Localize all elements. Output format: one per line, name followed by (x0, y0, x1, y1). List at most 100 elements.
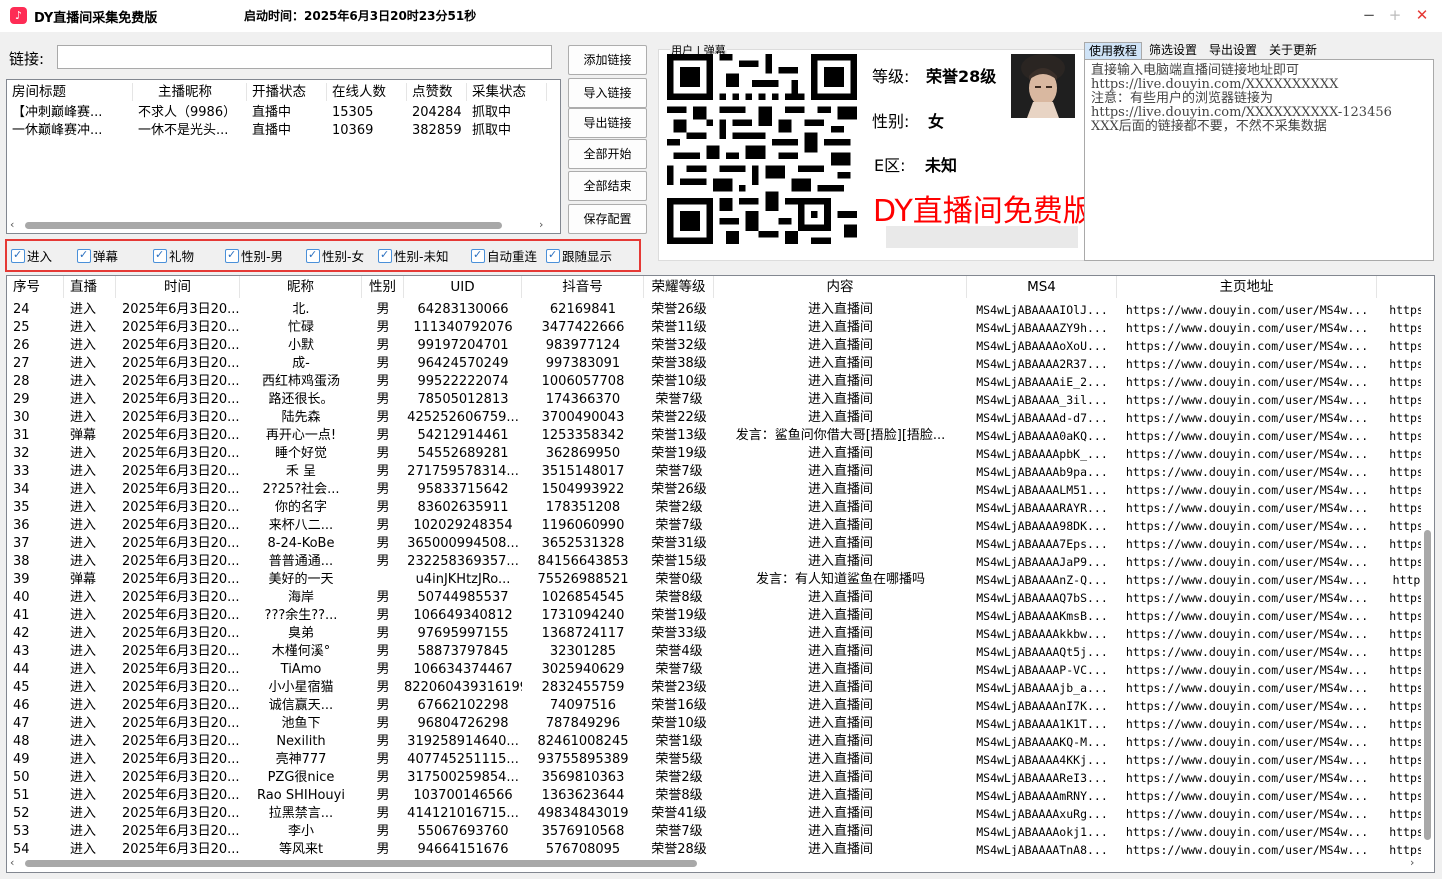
table-row[interactable]: 32 进入 2025年6月3日20... 睡个好觉 男 54552689281 362869… (7, 445, 1434, 463)
room-col-online[interactable]: 在线人数 (327, 83, 407, 101)
scroll-left-icon[interactable]: ‹ (10, 856, 14, 869)
table-row[interactable]: 33 进入 2025年6月3日20... 禾 呈 男 271759578314... 351… (7, 463, 1434, 481)
time-cell: 2025年6月3日20... (122, 770, 240, 785)
tab-filter-settings[interactable]: 筛选设置 (1145, 42, 1201, 59)
checkbox-follow-display[interactable]: 跟随显示 (546, 247, 612, 265)
table-row[interactable]: 47 进入 2025年6月3日20... 池鱼下 男 96804726298 7878492… (7, 715, 1434, 733)
table-row[interactable]: 40 进入 2025年6月3日20... 海岸 男 50744985537 10268545… (7, 589, 1434, 607)
col-uid[interactable]: UID (404, 276, 522, 298)
table-row[interactable]: 45 进入 2025年6月3日20... 小小星宿猫 男 822060439316199 2… (7, 679, 1434, 697)
room-col-collect[interactable]: 采集状态 (467, 83, 547, 101)
uid-cell: 58873797845 (417, 644, 509, 659)
table-row[interactable]: 29 进入 2025年6月3日20... 路还很长。 男 78505012813 17436… (7, 391, 1434, 409)
room-col-anchor[interactable]: 主播昵称 (133, 83, 247, 101)
room-scroll-thumb[interactable] (25, 222, 502, 229)
col-gender[interactable]: 性别 (362, 276, 404, 298)
col-nickname[interactable]: 昵称 (240, 276, 362, 298)
tab-tutorial[interactable]: 使用教程 (1084, 42, 1143, 59)
table-row[interactable]: 52 进入 2025年6月3日20... 拉黑禁言... 男 414121016715..… (7, 805, 1434, 823)
add-link-button[interactable]: 添加链接 (568, 45, 647, 75)
maximize-button[interactable]: + (1383, 4, 1407, 26)
save-config-button[interactable]: 保存配置 (568, 204, 647, 234)
table-row[interactable]: 42 进入 2025年6月3日20... 臭弟 男 97695997155 13687241… (7, 625, 1434, 643)
checkbox-danmu[interactable]: 弹幕 (77, 247, 118, 265)
scroll-right-icon[interactable]: › (539, 218, 543, 231)
tab-export-settings[interactable]: 导出设置 (1205, 42, 1261, 59)
table-row[interactable]: 53 进入 2025年6月3日20... 李小 男 55067693760 35769105… (7, 823, 1434, 841)
uid-cell: 67662102298 (417, 698, 509, 713)
table-row[interactable]: 28 进入 2025年6月3日20... 西红柿鸡蛋汤 男 99522222074 1006… (7, 373, 1434, 391)
table-row[interactable]: 24 进入 2025年6月3日20... 北. 男 64283130066 62169841… (7, 301, 1434, 319)
room-table-hscroll[interactable]: ‹ › (7, 218, 560, 233)
room-col-title[interactable]: 房间标题 (7, 83, 133, 101)
homepage-cell: https://www.douyin.com/user/MS4w... (1125, 501, 1369, 515)
table-row[interactable]: 39 弹幕 2025年6月3日20... 美好的一天 u4inJKHtzJRo... 75… (7, 571, 1434, 589)
gender-cell: 男 (376, 806, 390, 821)
table-row[interactable]: 41 进入 2025年6月3日20... ???余生??... 男 10664934081… (7, 607, 1434, 625)
table-row[interactable]: 25 进入 2025年6月3日20... 忙碌 男 111340792076 3477422… (7, 319, 1434, 337)
link-input[interactable] (57, 45, 552, 69)
col-time[interactable]: 时间 (116, 276, 240, 298)
time-cell: 2025年6月3日20... (122, 608, 240, 623)
scroll-right-icon[interactable]: › (1410, 856, 1414, 869)
table-row[interactable]: 34 进入 2025年6月3日20... 2?25?社会... 男 95833715642… (7, 481, 1434, 499)
time-cell: 2025年6月3日20... (122, 716, 240, 731)
col-live[interactable]: 直播 (64, 276, 116, 298)
table-row[interactable]: 30 进入 2025年6月3日20... 陆先森 男 425252606759... 370… (7, 409, 1434, 427)
table-row[interactable]: 49 进入 2025年6月3日20... 亮神777 男 407745251115... 9… (7, 751, 1434, 769)
room-table[interactable]: 房间标题 主播昵称 开播状态 在线人数 点赞数 采集状态 【冲刺巅峰赛... 不… (6, 79, 561, 234)
tab-about-update[interactable]: 关于更新 (1265, 42, 1321, 59)
col-index[interactable]: 序号 (7, 276, 64, 298)
nickname-cell: 海岸 (287, 590, 314, 605)
ms4-cell: MS4wLjABAAAA1K1T... (976, 717, 1108, 731)
homepage-cell: https://www.douyin.com/user/MS4w... (1125, 303, 1369, 317)
checkbox-gender-male[interactable]: 性别-男 (225, 247, 283, 265)
table-row[interactable]: 51 进入 2025年6月3日20... Rao SHIHouyi 男 103700146… (7, 787, 1434, 805)
douyin-id-cell: 3025940629 (541, 662, 625, 677)
main-table-hscroll[interactable]: ‹ › (7, 856, 1434, 871)
table-row[interactable]: 50 进入 2025年6月3日20... PZG很nice 男 317500259854.… (7, 769, 1434, 787)
main-data-table[interactable]: 序号 直播 时间 昵称 性别 UID 抖音号 荣耀等级 内容 MS4 主页地址 … (6, 275, 1435, 873)
col-ms4[interactable]: MS4 (967, 276, 1117, 298)
checkbox-gender-female[interactable]: 性别-女 (306, 247, 364, 265)
table-row[interactable]: 43 进入 2025年6月3日20... 木槿何溪° 男 58873797845 32301… (7, 643, 1434, 661)
checkbox-auto-reconnect[interactable]: 自动重连 (471, 247, 537, 265)
room-table-row[interactable]: 【冲刺巅峰赛... 不求人（9986） 直播中 15305 204284 抓取中 (7, 104, 560, 122)
index-cell: 53 (13, 824, 30, 839)
checkbox-gender-unknown[interactable]: 性别-未知 (378, 247, 449, 265)
table-row[interactable]: 46 进入 2025年6月3日20... 诚信赢天... 男 67662102298 740… (7, 697, 1434, 715)
table-row[interactable]: 48 进入 2025年6月3日20... Nexilith 男 319258914640.… (7, 733, 1434, 751)
room-col-status[interactable]: 开播状态 (247, 83, 327, 101)
hscroll-thumb[interactable] (25, 860, 697, 867)
table-row[interactable]: 37 进入 2025年6月3日20... 8-24-KoBe 男 365000994508… (7, 535, 1434, 553)
start-all-button[interactable]: 全部开始 (568, 139, 647, 169)
stop-all-button[interactable]: 全部结束 (568, 171, 647, 201)
table-row[interactable]: 38 进入 2025年6月3日20... 普普通通... 男 232258369357..… (7, 553, 1434, 571)
table-row[interactable]: 27 进入 2025年6月3日20... 成- 男 96424570249 99738309… (7, 355, 1434, 373)
vscroll-thumb[interactable] (1424, 530, 1431, 840)
col-honor-level[interactable]: 荣耀等级 (644, 276, 714, 298)
checkbox-checked-icon (77, 247, 91, 263)
table-row[interactable]: 35 进入 2025年6月3日20... 你的名字 男 83602635911 178351… (7, 499, 1434, 517)
minimize-button[interactable]: − (1357, 4, 1381, 26)
content-cell: 进入直播间 (807, 788, 873, 803)
table-row[interactable]: 36 进入 2025年6月3日20... 来杯八二... 男 102029248354 11… (7, 517, 1434, 535)
col-extra[interactable] (1377, 276, 1434, 298)
import-link-button[interactable]: 导入链接 (568, 78, 647, 108)
checkbox-gift[interactable]: 礼物 (153, 247, 194, 265)
col-douyin-id[interactable]: 抖音号 (522, 276, 644, 298)
checkbox-enter[interactable]: 进入 (11, 247, 52, 265)
close-button[interactable]: ✕ (1410, 4, 1434, 26)
room-online-cell: 10369 (332, 123, 374, 138)
room-col-likes[interactable]: 点赞数 (407, 83, 467, 101)
scroll-left-icon[interactable]: ‹ (10, 218, 14, 231)
main-table-vscroll[interactable] (1421, 297, 1434, 855)
col-homepage[interactable]: 主页地址 (1117, 276, 1377, 298)
export-link-button[interactable]: 导出链接 (568, 108, 647, 138)
table-row[interactable]: 44 进入 2025年6月3日20... TiAmo 男 106634374467 3025… (7, 661, 1434, 679)
table-row[interactable]: 26 进入 2025年6月3日20... 小默 男 99197204701 98397712… (7, 337, 1434, 355)
table-row[interactable]: 31 弹幕 2025年6月3日20... 再开心一点! 男 54212914461 1253… (7, 427, 1434, 445)
col-content[interactable]: 内容 (714, 276, 967, 298)
room-table-row[interactable]: 一休巅峰赛冲... 一休不是光头... 直播中 10369 382859 抓取中 (7, 122, 560, 140)
honor-cell: 荣誉16级 (651, 698, 707, 713)
